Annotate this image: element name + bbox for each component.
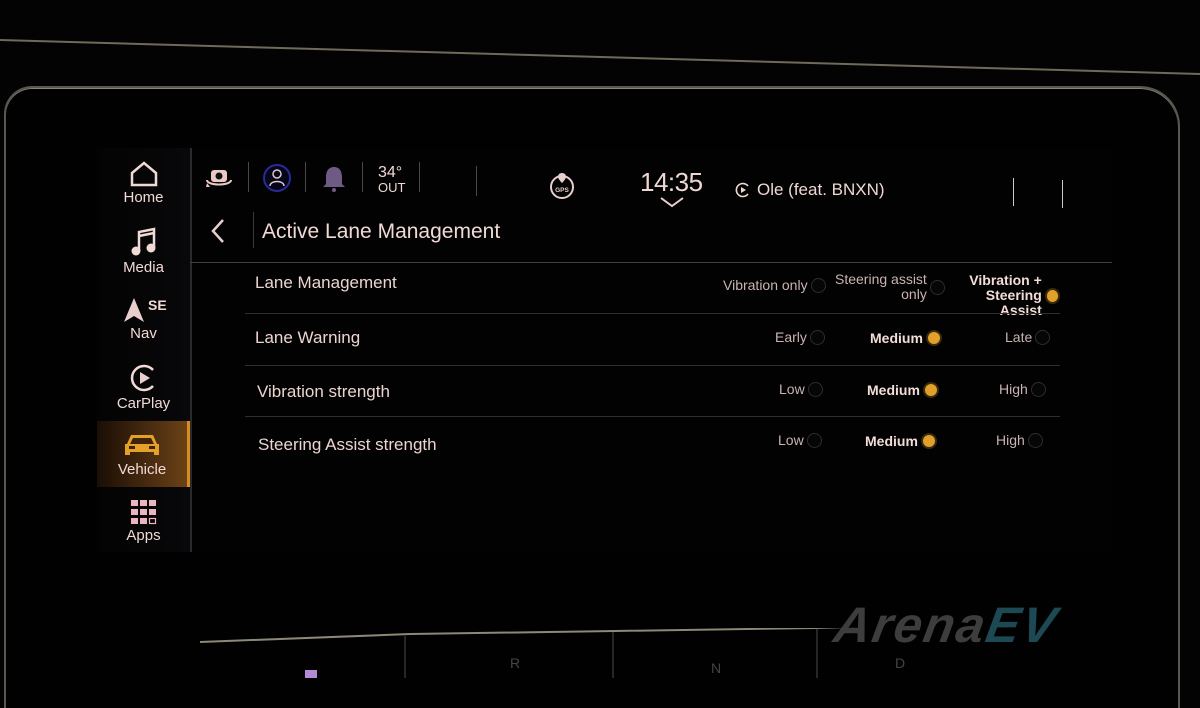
sidebar-item-nav[interactable]: SE Nav xyxy=(97,286,190,352)
radio-button-selected[interactable] xyxy=(920,433,937,449)
bell-icon[interactable] xyxy=(321,165,347,193)
gear-reverse[interactable]: R xyxy=(510,655,520,671)
option-label: Low xyxy=(778,432,804,448)
option-label-line: only xyxy=(901,286,927,302)
option-label: High xyxy=(999,381,1028,397)
setting-label: Steering Assist strength xyxy=(258,435,437,454)
play-circle-icon xyxy=(735,182,749,198)
chevron-down-icon[interactable] xyxy=(659,196,685,208)
option-label: Steering assist only xyxy=(835,272,927,302)
sidebar-item-media[interactable]: Media xyxy=(97,218,190,284)
status-separator xyxy=(248,162,249,192)
watermark-logo: ArenaEV xyxy=(830,596,1063,654)
option-label: Medium xyxy=(870,329,923,346)
status-separator xyxy=(419,162,420,192)
setting-label: Vibration strength xyxy=(257,382,390,401)
radio-button-selected[interactable] xyxy=(925,330,942,346)
radio-button[interactable] xyxy=(810,278,826,293)
radio-button[interactable] xyxy=(807,382,823,397)
option-vibration-only[interactable]: Vibration only xyxy=(723,278,826,293)
page-title: Active Lane Management xyxy=(262,220,501,243)
option-label: Medium xyxy=(865,432,918,449)
car-icon xyxy=(125,434,159,455)
driver-attention-icon[interactable] xyxy=(262,163,292,193)
radio-button[interactable] xyxy=(1035,330,1051,345)
option-steering-assist-only[interactable]: Steering assist only xyxy=(835,272,945,302)
sidebar-item-label: Apps xyxy=(126,526,161,544)
gps-icon: GPS xyxy=(550,173,574,199)
option-high[interactable]: High xyxy=(996,433,1043,448)
option-late[interactable]: Late xyxy=(1005,329,1051,345)
sidebar-item-label: CarPlay xyxy=(116,394,171,412)
option-high[interactable]: High xyxy=(999,382,1046,397)
sidebar-item-carplay[interactable]: CarPlay xyxy=(97,354,190,420)
radio-button-selected[interactable] xyxy=(1044,287,1060,304)
apps-grid-icon xyxy=(130,499,156,524)
gear-drive[interactable]: D xyxy=(895,655,905,671)
option-label: Vibration only xyxy=(723,277,808,293)
gps-label: GPS xyxy=(555,187,569,194)
option-medium[interactable]: Medium xyxy=(867,382,939,398)
setting-label: Lane Warning xyxy=(255,328,361,347)
sidebar: Home Media SE Nav CarPlay Vehicle Apps xyxy=(97,148,192,552)
option-label: Late xyxy=(1005,329,1033,345)
now-playing-title: Ole (feat. BNXN) xyxy=(757,180,885,199)
sidebar-item-label: Vehicle xyxy=(117,460,167,478)
dashboard-trim xyxy=(0,39,1200,75)
gear-neutral[interactable]: N xyxy=(711,660,721,676)
status-separator xyxy=(1013,178,1014,206)
radio-button[interactable] xyxy=(929,279,945,295)
option-label: Low xyxy=(779,381,805,397)
nav-direction: SE xyxy=(148,297,167,313)
outside-temperature[interactable]: 34° OUT xyxy=(378,164,406,196)
radio-button-selected[interactable] xyxy=(922,382,939,398)
radio-button[interactable] xyxy=(809,330,825,345)
sidebar-item-label: Home xyxy=(123,188,164,206)
now-playing[interactable]: Ole (feat. BNXN) xyxy=(735,180,885,200)
setting-row-vibration-strength: Vibration strength Low Medium High xyxy=(245,366,1060,418)
option-vibration-steering-assist[interactable]: Vibration + Steering Assist xyxy=(947,273,1060,318)
setting-row-lane-management: Lane Management Vibration only Steering … xyxy=(245,262,1060,318)
option-medium[interactable]: Medium xyxy=(865,433,937,449)
option-low[interactable]: Low xyxy=(778,433,822,448)
sidebar-item-vehicle[interactable]: Vehicle xyxy=(97,421,190,487)
status-separator xyxy=(305,162,306,192)
clock[interactable]: 14:35 xyxy=(640,167,703,198)
navigation-arrow-icon xyxy=(123,297,144,322)
status-separator xyxy=(1062,180,1063,208)
setting-label: Lane Management xyxy=(255,273,397,292)
option-early[interactable]: Early xyxy=(775,330,825,345)
option-low[interactable]: Low xyxy=(779,382,823,397)
status-separator xyxy=(362,162,363,192)
sidebar-item-home[interactable]: Home xyxy=(97,150,190,216)
radio-button[interactable] xyxy=(1027,433,1043,448)
radio-button[interactable] xyxy=(806,433,822,448)
setting-row-steering-assist-strength: Steering Assist strength Low Medium High xyxy=(245,417,1060,469)
option-label: Medium xyxy=(867,381,920,398)
sidebar-item-label: Media xyxy=(123,258,164,276)
title-separator xyxy=(253,212,254,248)
option-label-line: Steering assist xyxy=(835,271,927,287)
sidebar-item-label: Nav xyxy=(130,324,157,342)
radio-button[interactable] xyxy=(1030,382,1046,397)
option-label-line: Vibration + xyxy=(969,272,1042,288)
watermark-text: Arena xyxy=(830,597,992,653)
option-medium[interactable]: Medium xyxy=(870,330,942,346)
camera-rotate-icon[interactable] xyxy=(204,166,234,190)
sidebar-item-apps[interactable]: Apps xyxy=(97,488,190,554)
status-separator xyxy=(476,166,477,196)
option-label: Vibration + Steering Assist xyxy=(947,272,1042,318)
back-button[interactable] xyxy=(208,218,228,244)
watermark-suffix: EV xyxy=(981,597,1063,653)
setting-row-lane-warning: Lane Warning Early Medium Late xyxy=(245,314,1060,366)
music-note-icon xyxy=(131,226,155,255)
temperature-value: 34° xyxy=(378,164,403,181)
home-icon xyxy=(130,160,157,186)
option-label: Early xyxy=(775,329,807,345)
carplay-icon xyxy=(130,364,154,391)
temperature-label: OUT xyxy=(378,180,406,195)
option-label: High xyxy=(996,432,1025,448)
